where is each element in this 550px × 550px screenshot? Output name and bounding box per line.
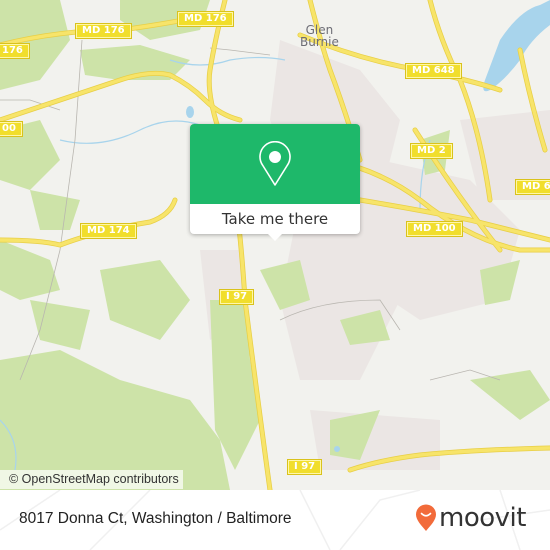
road-shield-md648: MD 64: [515, 179, 550, 195]
road-shield-md176: MD 176: [75, 23, 132, 39]
road-shield-md100: 00: [0, 121, 23, 137]
map-attribution[interactable]: © OpenStreetMap contributors: [0, 470, 183, 489]
road-shield-md176: 176: [0, 43, 30, 59]
moovit-logo[interactable]: moovit: [415, 504, 526, 532]
road-shield-md2: MD 2: [410, 143, 453, 159]
road-shield-md648: MD 648: [405, 63, 462, 79]
road-shield-md100: MD 100: [406, 221, 463, 237]
map-base-layer: [0, 0, 550, 490]
map-pin-icon: [259, 141, 291, 186]
road-shield-md176: MD 176: [177, 11, 234, 27]
popup-header: [190, 124, 360, 204]
moovit-brand-text: moovit: [439, 503, 526, 533]
address-text: 8017 Donna Ct, Washington / Baltimore: [19, 510, 292, 527]
popup-pointer: [267, 233, 283, 241]
road-shield-md174: MD 174: [80, 223, 137, 239]
road-shield-i97: I 97: [218, 289, 255, 305]
road-shield-i97: I 97: [286, 459, 323, 475]
moovit-pin-smile-icon: [416, 504, 436, 531]
place-label-glen-burnie: Glen Burnie: [300, 23, 339, 49]
take-me-there-button[interactable]: Take me there: [190, 204, 360, 234]
location-popup: Take me there: [190, 124, 360, 241]
footer-bar: 8017 Donna Ct, Washington / Baltimore mo…: [0, 490, 550, 550]
map[interactable]: Glen Burnie MD 176 MD 176 176 00 MD 648 …: [0, 0, 550, 490]
